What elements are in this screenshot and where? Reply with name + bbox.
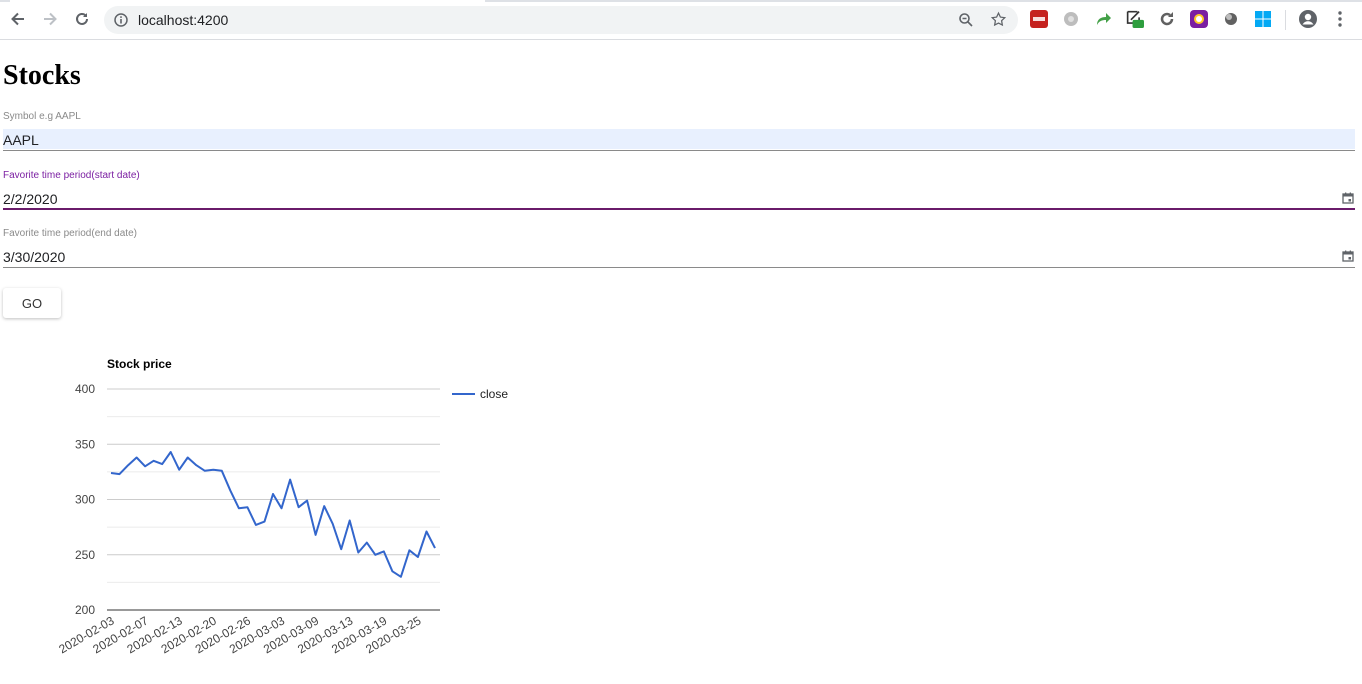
page-title: Stocks	[3, 60, 81, 91]
reload-icon	[76, 12, 88, 25]
reload-button[interactable]	[69, 6, 95, 32]
start-date-underline	[3, 208, 1355, 210]
y-tick-label: 250	[75, 548, 95, 562]
symbol-input[interactable]: AAPL	[3, 129, 1355, 149]
page-content: Stocks Symbol e.g AAPL AAPL Favorite tim…	[0, 40, 1362, 684]
back-button[interactable]	[5, 6, 31, 32]
symbol-value: AAPL	[3, 132, 39, 148]
legend-label[interactable]: close	[480, 387, 508, 401]
forward-arrow-icon	[44, 12, 57, 26]
back-arrow-icon	[11, 12, 24, 26]
chart-title: Stock price	[107, 357, 172, 371]
x-axis-ticks: 2020-02-032020-02-072020-02-132020-02-20…	[56, 613, 423, 656]
profile-avatar-icon[interactable]	[1298, 9, 1318, 29]
y-tick-label: 350	[75, 437, 95, 451]
refresh-extension-icon[interactable]	[1158, 10, 1176, 28]
end-date-underline	[3, 267, 1355, 268]
chart-gridlines	[107, 388, 440, 611]
share-arrow-icon[interactable]	[1094, 10, 1112, 28]
forward-button[interactable]	[37, 6, 63, 32]
url-text: localhost:4200	[138, 12, 229, 28]
bookmark-star-icon[interactable]	[990, 11, 1007, 28]
go-button[interactable]: GO	[3, 288, 61, 318]
chart-series	[110, 451, 436, 578]
cors-extension-icon[interactable]	[1030, 10, 1048, 28]
tab-strip	[0, 0, 1362, 2]
end-date-value: 3/30/2020	[3, 249, 66, 265]
toggle-on-extension-icon[interactable]	[1126, 10, 1144, 28]
color-picker-icon[interactable]	[1190, 10, 1208, 28]
end-date-input[interactable]: 3/30/2020	[3, 246, 1355, 266]
menu-kebab-icon[interactable]	[1331, 10, 1349, 28]
circle-extension-icon[interactable]	[1222, 10, 1240, 28]
start-date-input[interactable]: 2/2/2020	[3, 188, 1355, 208]
y-tick-label: 400	[75, 382, 95, 396]
gray-extension-icon[interactable]	[1062, 10, 1080, 28]
symbol-underline	[3, 150, 1355, 151]
calendar-icon[interactable]	[1341, 191, 1355, 205]
y-tick-label: 200	[75, 603, 95, 617]
info-icon[interactable]	[114, 13, 128, 27]
stock-chart: 200 250 300 350 400 2020-02-032020-02-072020…	[56, 357, 508, 656]
y-tick-label: 300	[75, 493, 95, 507]
start-date-value: 2/2/2020	[3, 191, 58, 207]
address-bar[interactable]: localhost:4200	[104, 6, 1018, 34]
close-series-line[interactable]	[110, 451, 436, 578]
toolbar-divider	[1285, 10, 1286, 30]
calendar-icon[interactable]	[1341, 249, 1355, 263]
end-date-label: Favorite time period(end date)	[3, 228, 137, 239]
active-tab[interactable]	[10, 0, 485, 2]
start-date-label: Favorite time period(start date)	[3, 170, 140, 181]
windows-logo-icon[interactable]	[1254, 10, 1272, 28]
browser-toolbar: localhost:4200	[0, 0, 1362, 40]
symbol-label: Symbol e.g AAPL	[3, 111, 81, 122]
zoom-icon[interactable]	[958, 12, 974, 28]
y-axis-ticks: 200 250 300 350 400	[75, 382, 95, 617]
